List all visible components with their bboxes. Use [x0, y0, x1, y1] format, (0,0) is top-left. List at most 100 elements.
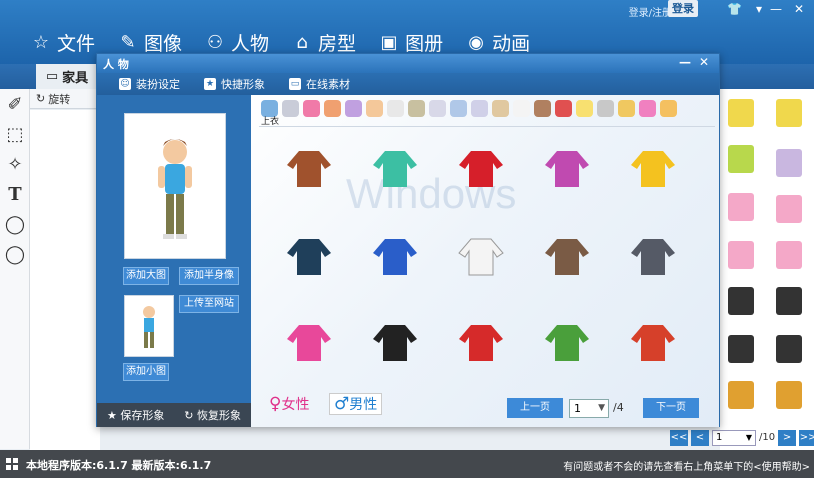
- character-dialog: 人 物 — ✕ ☺装扮设定 ★快捷形象 ▭在线素材 添加大图 添加半身像: [96, 53, 720, 427]
- clothing-item[interactable]: [285, 235, 333, 279]
- furniture-item[interactable]: [776, 335, 802, 363]
- furniture-item[interactable]: [776, 99, 802, 127]
- clothing-item[interactable]: [457, 235, 505, 279]
- login-button[interactable]: 登录: [668, 0, 698, 17]
- close-icon[interactable]: ✕: [794, 2, 804, 16]
- category-coat[interactable]: [387, 99, 404, 117]
- furniture-item[interactable]: [776, 195, 802, 223]
- first-page-button[interactable]: <<: [670, 430, 688, 446]
- furniture-item[interactable]: [728, 287, 754, 315]
- clothing-item[interactable]: [285, 147, 333, 191]
- furniture-item[interactable]: [728, 145, 754, 173]
- category-glasses[interactable]: [597, 99, 614, 117]
- category-santa-hat[interactable]: [555, 99, 572, 117]
- menu-icon[interactable]: ▾: [756, 2, 762, 16]
- text-icon[interactable]: T: [0, 179, 30, 209]
- left-toolbox: ✐ ⬚ ✧ T ◯ ◯: [0, 89, 30, 449]
- clothing-item[interactable]: [543, 147, 591, 191]
- furniture-item[interactable]: [776, 149, 802, 177]
- next-page-button[interactable]: >: [778, 430, 797, 446]
- last-page-button[interactable]: >>: [799, 430, 814, 446]
- chevron-down-icon: ▼: [745, 433, 752, 442]
- category-dress[interactable]: [303, 99, 320, 117]
- category-face[interactable]: [450, 99, 467, 117]
- page-select[interactable]: 1 ▼: [569, 399, 609, 418]
- category-shoes[interactable]: [366, 99, 383, 117]
- design-canvas[interactable]: [30, 110, 100, 450]
- restore-image-button[interactable]: ↻ 恢复形象: [184, 407, 241, 423]
- clothing-item[interactable]: [371, 235, 419, 279]
- category-mustache[interactable]: [534, 99, 551, 117]
- character-preview-small: [124, 295, 174, 357]
- clothing-item[interactable]: [629, 147, 677, 191]
- divider: [259, 126, 715, 127]
- tab-dress-settings[interactable]: ☺ 装扮设定: [119, 76, 180, 92]
- male-icon: ♂: [334, 394, 350, 414]
- close-icon[interactable]: ✕: [699, 55, 709, 69]
- select-icon[interactable]: ⬚: [0, 119, 30, 149]
- tab-furniture[interactable]: ▭ 家具: [36, 64, 98, 89]
- furniture-item[interactable]: [776, 381, 802, 409]
- rotate-toolbar: ↻ 旋转: [30, 89, 100, 109]
- furniture-item[interactable]: [728, 335, 754, 363]
- category-accessory[interactable]: [345, 99, 362, 117]
- add-big-image-button[interactable]: 添加大图: [123, 267, 169, 285]
- clothing-item[interactable]: [629, 235, 677, 279]
- left-bottom-bar: ★ 保存形象 ↻ 恢复形象: [97, 403, 251, 427]
- windows-logo-icon: [6, 458, 18, 470]
- star-icon: ☆: [32, 31, 50, 53]
- prev-page-button[interactable]: 上一页: [507, 398, 563, 418]
- category-pet[interactable]: [618, 99, 635, 117]
- clothing-item[interactable]: [543, 235, 591, 279]
- help-text: 有问题或者不会的请先查看右上角菜单下的<使用帮助>: [563, 462, 810, 473]
- furniture-item[interactable]: [728, 99, 754, 127]
- category-blush[interactable]: [639, 99, 656, 117]
- category-hat[interactable]: [324, 99, 341, 117]
- next-page-button[interactable]: 下一页: [643, 398, 699, 418]
- clothing-item[interactable]: [457, 147, 505, 191]
- male-toggle[interactable]: ♂ 男性: [329, 393, 383, 415]
- furniture-item[interactable]: [728, 193, 754, 221]
- menu-item-file[interactable]: ☆ 文件: [30, 27, 95, 57]
- magic-wand-icon[interactable]: ✧: [0, 149, 30, 179]
- furniture-item[interactable]: [728, 241, 754, 269]
- dialog-title: 人 物: [103, 57, 129, 71]
- tab-online-material[interactable]: ▭ 在线素材: [289, 76, 350, 92]
- female-toggle[interactable]: ♀ 女性: [269, 393, 309, 415]
- clothing-item[interactable]: [285, 321, 333, 365]
- furniture-item[interactable]: [776, 241, 802, 269]
- eraser-icon[interactable]: ✐: [0, 89, 30, 119]
- minimize-icon[interactable]: —: [679, 55, 691, 69]
- furniture-item[interactable]: [728, 381, 754, 409]
- tab-quick-image[interactable]: ★ 快捷形象: [204, 76, 265, 92]
- clothing-item[interactable]: [629, 321, 677, 365]
- clothing-item[interactable]: [543, 321, 591, 365]
- page-select[interactable]: 1 ▼: [712, 430, 756, 446]
- category-skirt[interactable]: [282, 99, 299, 117]
- category-pants[interactable]: [408, 99, 425, 117]
- add-half-body-button[interactable]: 添加半身像: [179, 267, 239, 285]
- add-small-image-button[interactable]: 添加小图: [123, 363, 169, 381]
- speech-bubble-icon[interactable]: ◯: [0, 209, 30, 239]
- furniture-item[interactable]: [776, 287, 802, 315]
- upload-to-site-button[interactable]: 上传至网站: [179, 295, 239, 313]
- dialog-titlebar[interactable]: 人 物 — ✕: [97, 54, 719, 73]
- clothing-item[interactable]: [371, 321, 419, 365]
- category-bag[interactable]: [471, 99, 488, 117]
- clothing-item[interactable]: [457, 321, 505, 365]
- page-total: /4: [613, 401, 624, 414]
- shirt-icon[interactable]: 👕: [727, 2, 742, 16]
- minimize-icon[interactable]: —: [770, 2, 782, 16]
- category-wing[interactable]: [492, 99, 509, 117]
- category-cap[interactable]: [513, 99, 530, 117]
- category-wand[interactable]: [576, 99, 593, 117]
- prev-page-button[interactable]: <: [691, 430, 709, 446]
- save-image-button[interactable]: ★ 保存形象: [107, 407, 164, 423]
- category-expression[interactable]: [660, 99, 677, 117]
- rotate-icon[interactable]: ↻: [36, 92, 45, 105]
- rotate-label[interactable]: 旋转: [48, 91, 70, 107]
- thought-bubble-icon[interactable]: ◯: [0, 239, 30, 269]
- dialog-tabs: ☺ 装扮设定 ★ 快捷形象 ▭ 在线素材: [97, 73, 719, 95]
- category-hair[interactable]: [429, 99, 446, 117]
- clothing-item[interactable]: [371, 147, 419, 191]
